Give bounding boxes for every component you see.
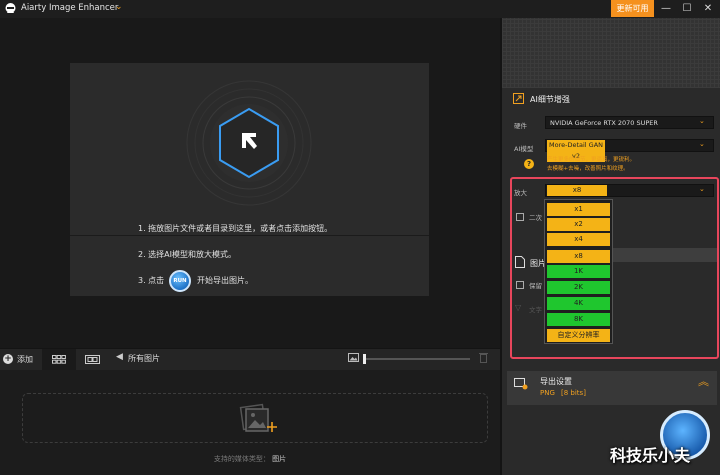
back-arrow-icon[interactable]: ◀ [116, 352, 123, 362]
plus-icon: + [3, 354, 13, 364]
app-menu-chevron-icon[interactable]: ⌄ [115, 2, 123, 12]
scale-option-x2[interactable]: x2 [547, 218, 610, 231]
guide-step-3-suffix: 开始导出图片。 [197, 276, 253, 285]
enhance-icon [513, 93, 524, 106]
drop-target-icon[interactable] [186, 80, 312, 206]
image-size-icon [348, 353, 359, 364]
preview-thumbnail-area [502, 18, 720, 88]
watermark-text: 科技乐小夫 [610, 446, 691, 465]
model-description-line-2: 去模糊+去噪，改善照片和纹理。 [547, 166, 629, 172]
guide-step-1: 1. 拖放图片文件或者目录到这里，或者点击添加按钮。 [138, 224, 333, 233]
hardware-chevron-icon: ⌄ [699, 117, 705, 125]
grid-view-button[interactable] [42, 349, 76, 370]
supported-formats-label: 支持的媒体类型： [213, 455, 270, 463]
hardware-value: NVIDIA GeForce RTX 2070 SUPER [550, 119, 658, 127]
scale-option-2k[interactable]: 2K [547, 281, 610, 294]
scale-option-x8[interactable]: x8 [547, 250, 610, 263]
guide-divider [70, 235, 429, 236]
guide-step-2: 2. 选择AI模型和放大模式。 [138, 250, 237, 259]
guide-step-3-prefix: 3. 点击 [138, 276, 165, 285]
hardware-label: 硬件 [514, 122, 527, 130]
filmstrip-icon [84, 355, 100, 364]
scale-option-x4[interactable]: x4 [547, 233, 610, 246]
grid-icon [52, 355, 66, 364]
filmstrip-view-button[interactable] [76, 349, 108, 370]
export-settings-panel[interactable] [507, 371, 717, 405]
export-settings-title: 导出设置 [540, 377, 572, 386]
ai-model-chevron-icon: ⌄ [699, 140, 705, 148]
export-format: PNG [540, 389, 555, 397]
scale-option-x1[interactable]: x1 [547, 203, 610, 216]
export-bit-depth: [8 bits] [561, 389, 586, 397]
add-button-label: 添加 [17, 354, 33, 364]
supported-formats-line: 支持的媒体类型： 图片 [0, 454, 500, 464]
model-description-line-1: 产生更多的细节，更逼真，更锐利。 [547, 157, 636, 163]
trash-icon[interactable] [479, 352, 488, 365]
maximize-button[interactable]: ☐ [676, 0, 698, 17]
help-question-icon[interactable]: ? [524, 159, 534, 169]
scale-option-8k[interactable]: 8K [547, 313, 610, 326]
slider-handle[interactable] [363, 354, 366, 364]
all-images-label: 所有图片 [128, 354, 160, 363]
scale-option-custom[interactable]: 自定义分辨率 [547, 329, 610, 342]
update-available-button[interactable]: 更新可用 [611, 0, 654, 17]
run-icon: RUN [169, 270, 191, 292]
scale-option-4k[interactable]: 4K [547, 297, 610, 310]
ai-model-label: AI模型 [514, 145, 534, 153]
collapse-chevrons-icon[interactable]: ︽ [698, 376, 709, 387]
close-button[interactable]: ✕ [697, 0, 719, 17]
supported-formats-value: 图片 [272, 455, 287, 463]
add-image-icon[interactable] [236, 402, 282, 438]
highlight-annotation-box [510, 177, 719, 359]
scale-option-1k[interactable]: 1K [547, 265, 610, 278]
app-logo-icon [4, 2, 17, 15]
thumbnail-size-slider[interactable] [366, 358, 470, 360]
scale-dropdown-list[interactable]: x1 x2 x4 x8 1K 2K 4K 8K 自定义分辨率 [544, 199, 613, 344]
ai-enhance-section-title: AI细节增强 [530, 95, 570, 104]
add-button[interactable]: + 添加 [0, 348, 42, 370]
minimize-button[interactable]: — [655, 0, 677, 17]
export-icon [514, 378, 528, 392]
app-title: Aiarty Image Enhancer [21, 3, 119, 13]
